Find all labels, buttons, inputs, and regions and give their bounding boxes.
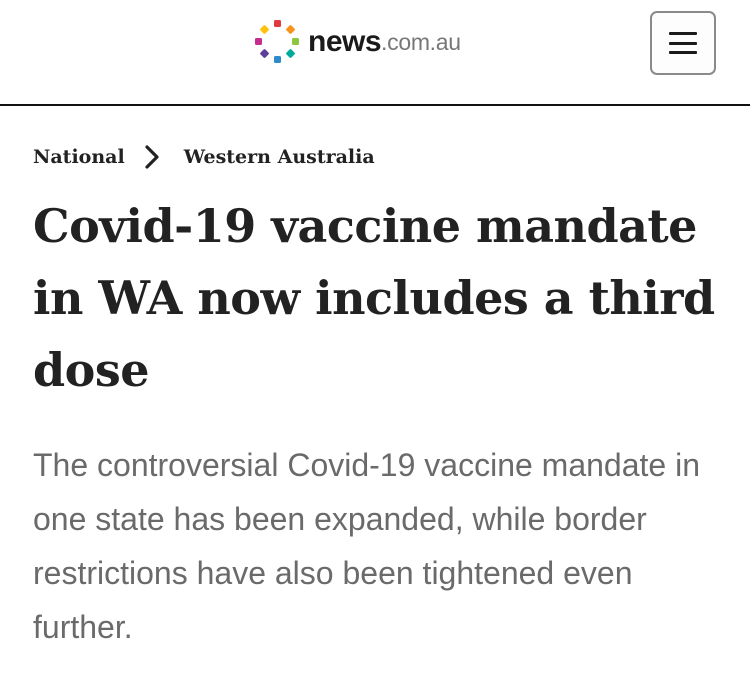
logo-dot: [292, 38, 299, 45]
logo-wordmark: news: [308, 25, 382, 58]
logo-dot: [286, 49, 295, 58]
hamburger-menu-icon: [669, 32, 697, 54]
logo-dot: [274, 56, 281, 63]
breadcrumb-link-national[interactable]: National: [33, 146, 125, 168]
logo-dot: [255, 38, 262, 45]
logo-dot: [286, 25, 295, 34]
logo-dot: [260, 25, 269, 34]
breadcrumb-link-western-australia[interactable]: Western Australia: [184, 146, 375, 168]
site-logo[interactable]: news .com.au: [254, 17, 461, 67]
logo-dot: [274, 20, 281, 27]
breadcrumb: National Western Australia: [33, 142, 375, 172]
site-header: news .com.au: [0, 0, 750, 106]
logo-domain-suffix: .com.au: [381, 28, 461, 55]
chevron-right-icon: [145, 145, 159, 169]
menu-button[interactable]: [650, 11, 716, 75]
logo-dot: [260, 49, 269, 58]
article-standfirst: The controversial Covid-19 vaccine manda…: [33, 447, 700, 645]
article-headline: Covid-19 vaccine mandate in WA now inclu…: [33, 199, 715, 397]
news-pinwheel-logo-icon: [255, 20, 299, 63]
